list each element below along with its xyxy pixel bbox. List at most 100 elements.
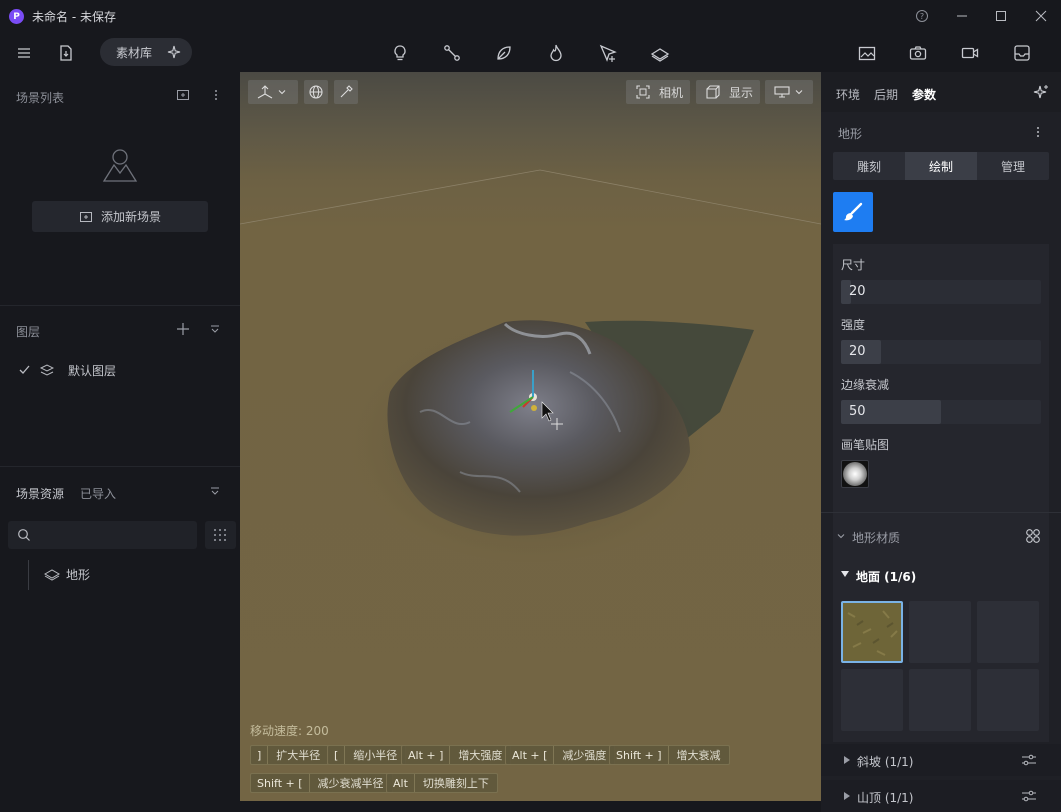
focus-icon [635,84,651,100]
size-slider[interactable]: 20 [841,280,1041,304]
slope-material-group[interactable]: 斜坡 (1/1) [821,744,1061,776]
terrain-section-title: 地形 [838,127,863,141]
slope-group-label: 斜坡 (1/1) [857,755,914,769]
close-icon[interactable] [1033,8,1049,24]
mode-manage[interactable]: 管理 [977,152,1049,180]
tab-environment[interactable]: 环境 [836,86,860,103]
maximize-icon[interactable] [993,8,1009,24]
more-icon[interactable] [209,88,223,102]
app-logo: P [9,9,24,24]
shortcut-hint: Alt + [减少强度 [505,745,616,765]
minimize-icon[interactable] [954,8,970,24]
strength-value: 20 [849,344,866,359]
terrain-icon[interactable] [649,42,671,64]
peak-material-group[interactable]: 山顶 (1/1) [821,780,1061,812]
add-scene-icon[interactable] [176,88,190,102]
add-scene-button[interactable]: 添加新场景 [32,201,208,232]
material-slot[interactable] [909,601,971,663]
divider [0,305,240,306]
gizmo-handle[interactable] [531,405,537,411]
ground-material-group: 地面 (1/6) [833,560,1049,742]
transform-mode-button[interactable] [248,80,298,104]
material-library-icon[interactable] [1025,528,1041,544]
chevron-down-icon[interactable] [209,485,221,497]
camera-icon[interactable] [907,42,929,64]
chevron-down-icon [277,87,287,97]
tab-post-process[interactable]: 后期 [874,86,898,103]
asset-library-button[interactable]: 素材库 [100,38,192,66]
divider [821,512,1061,513]
scene-list-title: 场景列表 [16,91,65,105]
ground-group-label: 地面 (1/6) [856,570,917,584]
check-icon[interactable] [18,363,31,376]
panel-toggle-icon[interactable] [1011,42,1033,64]
asset-item-terrain[interactable]: 地形 [30,562,230,586]
caret-right-icon [843,792,851,800]
size-value: 20 [849,284,866,299]
terrain-boundary [240,169,821,225]
asset-search-field[interactable] [8,521,197,549]
material-slot[interactable] [977,601,1039,663]
help-icon[interactable]: ? [914,8,930,24]
size-label: 尺寸 [841,258,866,272]
mode-sculpt[interactable]: 雕刻 [833,152,905,180]
brush-texture-preview [843,462,867,486]
eyedropper-icon [338,84,354,100]
adjust-icon[interactable] [1021,753,1037,767]
caret-down-icon[interactable] [841,570,849,578]
shortcut-hint: Shift + ] 增大衰减 [609,745,730,765]
vegetation-icon[interactable] [493,42,515,64]
add-point-icon[interactable] [597,42,619,64]
material-slot[interactable] [909,669,971,731]
layer-item[interactable]: 默认图层 [0,355,240,383]
eyedropper-button[interactable] [334,80,358,104]
world-space-button[interactable] [304,80,328,104]
display-label: 显示 [729,85,754,100]
more-icon[interactable] [1031,125,1045,139]
sparkle-icon[interactable] [166,44,182,60]
grid-view-button[interactable] [205,521,236,549]
camera-label: 相机 [659,85,684,100]
asset-library-label: 素材库 [116,46,153,60]
search-icon [17,528,31,542]
properties-panel: 环境 后期 参数 地形 雕刻 绘制 管理 尺寸 20 强度 20 边缘衰减 50… [821,72,1061,812]
globe-icon [308,84,324,100]
tab-parameters[interactable]: 参数 [912,86,936,103]
svg-text:?: ? [920,12,924,21]
search-input[interactable] [38,525,188,545]
view-options-button[interactable] [765,80,813,104]
add-layer-icon[interactable] [176,322,190,336]
ai-image-icon[interactable] [856,42,878,64]
shortcut-hint: Alt + ] 增大强度 [401,745,512,765]
falloff-label: 边缘衰减 [841,378,890,392]
tab-scene-assets[interactable]: 场景资源 [16,485,64,502]
paint-brush-tool-button[interactable] [833,192,873,232]
material-slot[interactable] [841,669,903,731]
material-slot[interactable] [841,601,903,663]
grass-texture [843,603,901,661]
peak-group-label: 山顶 (1/1) [857,791,914,805]
sparkle-icon[interactable] [1033,84,1049,100]
camera-button[interactable]: 相机 [626,80,690,104]
3d-viewport[interactable]: 相机 显示 移动速度: 200 ] 扩大半径 [缩小半径 Alt + ] 增大强度 … [240,72,821,801]
light-icon[interactable] [389,42,411,64]
terrain-render[interactable] [240,72,821,801]
layer-label: 默认图层 [68,364,117,378]
fire-icon[interactable] [545,42,567,64]
mode-paint[interactable]: 绘制 [905,152,977,180]
material-slot[interactable] [977,669,1039,731]
chevron-down-icon[interactable] [836,531,846,541]
display-button[interactable]: 显示 [696,80,760,104]
import-file-icon[interactable] [55,42,77,64]
move-axis-icon [256,84,274,100]
brush-texture-swatch[interactable] [841,460,869,488]
menu-icon[interactable] [13,42,35,64]
chevron-down-icon[interactable] [209,323,221,335]
add-scene-label: 添加新场景 [100,210,161,224]
video-icon[interactable] [959,42,981,64]
path-icon[interactable] [441,42,463,64]
strength-slider[interactable]: 20 [841,340,1041,364]
falloff-slider[interactable]: 50 [841,400,1041,424]
tab-imported[interactable]: 已导入 [80,485,116,502]
shortcut-hint: Alt 切换雕刻上下 [386,773,498,793]
